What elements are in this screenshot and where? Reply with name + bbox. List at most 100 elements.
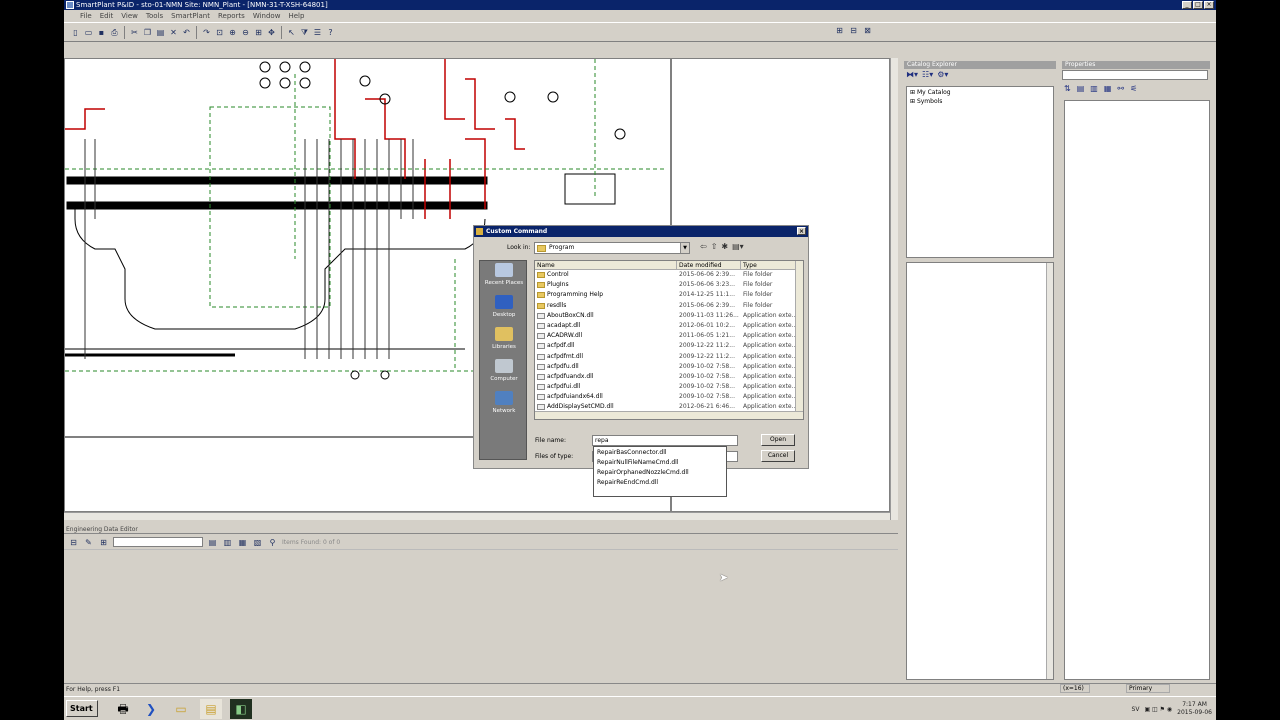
task-smartplant-icon[interactable]: ◧: [230, 699, 252, 719]
tray-icons[interactable]: ▣ ◫ ⚑ ◉: [1144, 706, 1172, 713]
ede-tool4-icon[interactable]: ▧: [252, 537, 263, 548]
chevron-down-icon[interactable]: ▼: [680, 243, 689, 253]
redo-icon[interactable]: ↷: [201, 27, 212, 38]
new-icon[interactable]: ▯: [70, 27, 81, 38]
properties-icon[interactable]: ☰: [312, 27, 323, 38]
autocomplete-item[interactable]: RepairBasConnector.dll: [597, 448, 723, 458]
props-link-icon[interactable]: ⚯: [1117, 84, 1124, 93]
props-tool-icon[interactable]: ▥: [1090, 84, 1098, 93]
open-icon[interactable]: ▭: [83, 27, 94, 38]
task-powershell-icon[interactable]: ❯: [140, 699, 162, 719]
maximize-button[interactable]: □: [1193, 1, 1203, 9]
menu-tools[interactable]: Tools: [146, 10, 163, 22]
autocomplete-item[interactable]: RepairReEndCmd.dll: [597, 478, 723, 488]
clock[interactable]: 7:17 AM 2015-09-06: [1177, 701, 1212, 717]
catalog-nav-icon[interactable]: ⧓▾: [906, 70, 918, 79]
grid-icon[interactable]: ⊞: [98, 537, 109, 548]
catalog-scrollbar[interactable]: [1046, 263, 1053, 679]
copy-icon[interactable]: ❐: [142, 27, 153, 38]
print-icon[interactable]: ⎙: [109, 27, 120, 38]
file-row[interactable]: PlugIns 2015-06-06 3:23... File folder: [535, 280, 803, 290]
place-computer[interactable]: Computer: [480, 359, 528, 389]
start-button[interactable]: Start: [66, 700, 98, 717]
ede-grid[interactable]: [64, 549, 898, 681]
dialog-close-button[interactable]: ×: [797, 227, 806, 235]
file-list-hscrollbar[interactable]: [535, 411, 803, 419]
file-row[interactable]: acfpdfmt.dll 2009-12-22 11:2... Applicatio…: [535, 352, 803, 362]
up-folder-icon[interactable]: ⇧: [711, 242, 718, 251]
props-tool2-icon[interactable]: ▦: [1104, 84, 1112, 93]
filter-icon[interactable]: ⊟: [68, 537, 79, 548]
open-button[interactable]: Open: [761, 434, 795, 446]
file-row[interactable]: Programming Help 2014-12-25 11:1... File f…: [535, 290, 803, 300]
layout3-icon[interactable]: ⊠: [862, 25, 873, 36]
ede-tool2-icon[interactable]: ▥: [222, 537, 233, 548]
new-folder-icon[interactable]: ✱: [721, 242, 728, 251]
place-libraries[interactable]: Libraries: [480, 327, 528, 357]
file-row[interactable]: Control 2015-06-06 2:39... File folder: [535, 270, 803, 280]
place-desktop[interactable]: Desktop: [480, 295, 528, 325]
language-indicator[interactable]: SV: [1132, 706, 1140, 713]
col-name[interactable]: Name: [535, 261, 677, 269]
ede-tool1-icon[interactable]: ▤: [207, 537, 218, 548]
view-menu-icon[interactable]: ▤▾: [732, 242, 744, 251]
layout-icon[interactable]: ⊞: [834, 25, 845, 36]
properties-combo[interactable]: [1062, 70, 1208, 80]
place-recent-places[interactable]: Recent Places: [480, 263, 528, 293]
file-row[interactable]: acfpdfui.dll 2009-10-02 7:58... Applicatio…: [535, 382, 803, 392]
task-folder-icon[interactable]: ▤: [200, 699, 222, 719]
help-icon[interactable]: ?: [325, 27, 336, 38]
menu-view[interactable]: View: [121, 10, 138, 22]
file-row[interactable]: acfpdfuiandx64.dll 2009-10-02 7:58... Appl…: [535, 392, 803, 402]
file-row[interactable]: acfpdf.dll 2009-12-22 11:2... Application …: [535, 341, 803, 351]
file-name-input[interactable]: repa: [592, 435, 738, 446]
file-row[interactable]: resdlls 2015-06-06 2:39... File folder: [535, 301, 803, 311]
undo-icon[interactable]: ↶: [181, 27, 192, 38]
menu-file[interactable]: File: [80, 10, 92, 22]
file-row[interactable]: ACADRW.dll 2011-06-05 1:21... Application …: [535, 331, 803, 341]
place-network[interactable]: Network: [480, 391, 528, 421]
save-icon[interactable]: ▪: [96, 27, 107, 38]
catalog-view-icon[interactable]: ☷▾: [922, 70, 933, 79]
ede-filter-combo[interactable]: [113, 537, 203, 547]
close-button[interactable]: ×: [1204, 1, 1214, 9]
pan-icon[interactable]: ✥: [266, 27, 277, 38]
menu-edit[interactable]: Edit: [100, 10, 114, 22]
tree-item-my-catalog[interactable]: ⊞ My Catalog: [910, 88, 1050, 97]
file-row[interactable]: acadapt.dll 2012-06-01 10:2... Application…: [535, 321, 803, 331]
file-list-vscrollbar[interactable]: [795, 261, 803, 419]
menu-smartplant[interactable]: SmartPlant: [171, 10, 210, 22]
paste-icon[interactable]: ▤: [155, 27, 166, 38]
task-explorer-icon[interactable]: ▭: [170, 699, 192, 719]
ede-tool3-icon[interactable]: ▦: [237, 537, 248, 548]
props-tool3-icon[interactable]: ⚟: [1130, 84, 1137, 93]
layout2-icon[interactable]: ⊟: [848, 25, 859, 36]
drawing-hscrollbar[interactable]: [64, 512, 890, 520]
back-icon[interactable]: ⇦: [700, 242, 707, 251]
look-in-combo[interactable]: Program ▼: [534, 242, 690, 254]
file-row[interactable]: AboutBoxCN.dll 2009-11-03 11:26... Applica…: [535, 311, 803, 321]
zoom-area-icon[interactable]: ⊡: [214, 27, 225, 38]
minimize-button[interactable]: _: [1182, 1, 1192, 9]
file-row[interactable]: acfpdfu.dll 2009-10-02 7:58... Application…: [535, 362, 803, 372]
sort-icon[interactable]: ⇅: [1064, 84, 1071, 93]
file-row[interactable]: acfpdfuandx.dll 2009-10-02 7:58... Applica…: [535, 372, 803, 382]
task-printer-icon[interactable]: 🖶: [112, 699, 134, 719]
zoom-in-icon[interactable]: ⊕: [227, 27, 238, 38]
menu-help[interactable]: Help: [288, 10, 304, 22]
menu-reports[interactable]: Reports: [218, 10, 245, 22]
col-date[interactable]: Date modified: [677, 261, 741, 269]
pencil-icon[interactable]: ✎: [83, 537, 94, 548]
ede-tool5-icon[interactable]: ⚲: [267, 537, 278, 548]
drawing-vscrollbar[interactable]: [890, 58, 898, 520]
catalog-settings-icon[interactable]: ⚙▾: [937, 70, 948, 79]
delete-icon[interactable]: ✕: [168, 27, 179, 38]
menu-window[interactable]: Window: [253, 10, 281, 22]
filter-icon[interactable]: ⧩: [299, 27, 310, 38]
cancel-button[interactable]: Cancel: [761, 450, 795, 462]
select-icon[interactable]: ↖: [286, 27, 297, 38]
cut-icon[interactable]: ✂: [129, 27, 140, 38]
categorized-icon[interactable]: ▤: [1077, 84, 1085, 93]
zoom-out-icon[interactable]: ⊖: [240, 27, 251, 38]
fit-icon[interactable]: ⊞: [253, 27, 264, 38]
